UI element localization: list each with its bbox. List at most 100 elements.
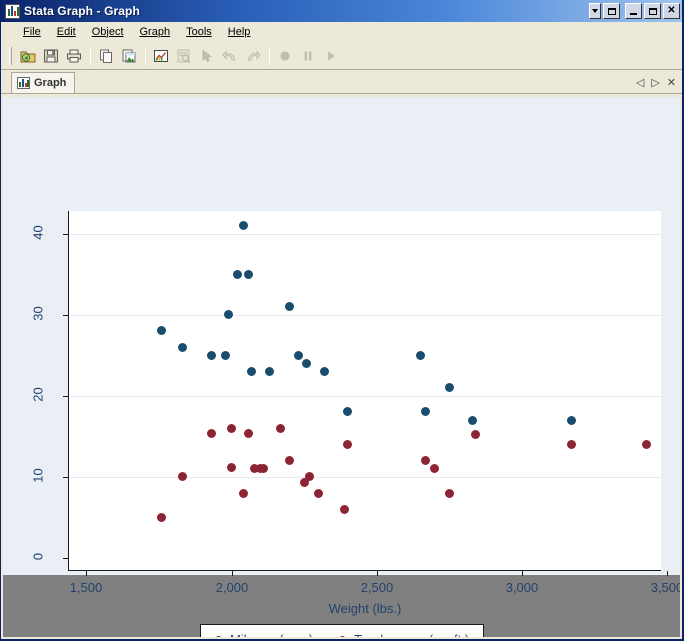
legend-label-trunk-space: Trunk space (cu. ft.) [354, 632, 469, 637]
x-tick [232, 571, 233, 576]
gridline [69, 315, 661, 316]
graph-canvas[interactable]: 010203040 1,5002,0002,5003,0003,500 Weig… [3, 97, 680, 575]
x-tick [667, 571, 668, 576]
data-point-mileage [239, 221, 248, 230]
data-point-trunk-space [227, 424, 236, 433]
data-point-mileage [233, 270, 242, 279]
toolbar-grip[interactable] [9, 47, 12, 65]
paste-image-icon[interactable] [118, 45, 140, 67]
data-point-mileage [207, 351, 216, 360]
bar-chart-icon [5, 4, 20, 19]
menu-label-graph: Graph [140, 26, 171, 38]
play-icon [320, 45, 342, 67]
data-point-trunk-space [343, 440, 352, 449]
toolbar-separator [145, 47, 146, 65]
data-point-trunk-space [642, 440, 651, 449]
data-point-trunk-space [314, 489, 323, 498]
data-point-trunk-space [239, 489, 248, 498]
tab-prev-button[interactable]: ◁ [636, 76, 644, 89]
toolbar [1, 42, 682, 70]
data-point-mileage [445, 383, 454, 392]
data-point-trunk-space [207, 429, 216, 438]
menu-label-edit: Edit [57, 26, 76, 38]
print-graph-icon[interactable] [63, 45, 85, 67]
data-point-mileage [468, 416, 477, 425]
tab-graph-label: Graph [34, 77, 66, 89]
data-point-mileage [294, 351, 303, 360]
menu-item-object[interactable]: Object [84, 24, 132, 40]
data-point-trunk-space [227, 463, 236, 472]
x-tick [377, 571, 378, 576]
open-graph-icon[interactable] [17, 45, 39, 67]
x-tick-label: 3,500 [637, 580, 680, 595]
y-tick-label: 30 [31, 299, 46, 329]
gridline [69, 396, 661, 397]
redo-icon [242, 45, 264, 67]
x-tick [86, 571, 87, 576]
menu-item-help[interactable]: Help [220, 24, 259, 40]
x-axis-title: Weight (lbs.) [69, 601, 661, 616]
x-axis-line [68, 570, 661, 571]
maximize-button[interactable] [644, 3, 661, 19]
menu-item-edit[interactable]: Edit [49, 24, 84, 40]
bar-chart-icon [17, 77, 30, 89]
data-point-trunk-space [178, 472, 187, 481]
y-tick-label: 10 [31, 461, 46, 491]
x-tick [522, 571, 523, 576]
data-point-trunk-space [445, 489, 454, 498]
menu-label-file: File [23, 26, 41, 38]
legend-label-mileage: Mileage (mpg) [230, 632, 313, 637]
toolbar-separator [269, 47, 270, 65]
y-tick-label: 20 [31, 380, 46, 410]
stata-graph-window: Stata Graph - Graph ✕ File Edit Object G… [0, 0, 684, 641]
data-point-mileage [221, 351, 230, 360]
tab-graph[interactable]: Graph [11, 72, 75, 93]
restore-window-button[interactable] [603, 3, 620, 19]
y-tick-label: 0 [31, 542, 46, 572]
save-graph-icon[interactable] [40, 45, 62, 67]
legend-item-mileage[interactable]: Mileage (mpg) [215, 632, 313, 637]
start-graph-editor-icon[interactable] [150, 45, 172, 67]
y-axis-line [68, 211, 69, 571]
tab-next-button[interactable]: ▷ [651, 76, 659, 89]
tab-strip: Graph ◁ ▷ ✕ [1, 70, 682, 94]
pause-icon [297, 45, 319, 67]
legend-marker-mileage [215, 636, 222, 637]
data-point-trunk-space [567, 440, 576, 449]
legend-item-trunk-space[interactable]: Trunk space (cu. ft.) [339, 632, 469, 637]
y-tick [63, 477, 68, 478]
legend: Mileage (mpg) Trunk space (cu. ft.) [200, 624, 484, 637]
gridline [69, 477, 661, 478]
tab-close-button[interactable]: ✕ [667, 76, 676, 89]
menu-bar: File Edit Object Graph Tools Help [1, 22, 682, 42]
data-point-mileage [567, 416, 576, 425]
menu-item-graph[interactable]: Graph [132, 24, 179, 40]
y-tick [63, 558, 68, 559]
close-button[interactable]: ✕ [663, 3, 680, 19]
gridline [69, 234, 661, 235]
restore-dropdown-button[interactable] [589, 3, 601, 19]
y-tick [63, 396, 68, 397]
y-tick [63, 234, 68, 235]
data-point-trunk-space [471, 430, 480, 439]
title-bar: Stata Graph - Graph ✕ [1, 0, 682, 22]
y-tick [63, 315, 68, 316]
x-tick-label: 1,500 [56, 580, 116, 595]
menu-item-tools[interactable]: Tools [178, 24, 220, 40]
legend-marker-trunk-space [339, 636, 346, 637]
window-controls: ✕ [587, 3, 680, 19]
undo-icon [219, 45, 241, 67]
x-tick-label: 2,500 [347, 580, 407, 595]
record-icon [274, 45, 296, 67]
data-point-mileage [265, 367, 274, 376]
minimize-button[interactable] [625, 3, 642, 19]
graph-client-area: 010203040 1,5002,0002,5003,0003,500 Weig… [3, 97, 680, 637]
data-point-mileage [320, 367, 329, 376]
y-tick-label: 40 [31, 218, 46, 248]
menu-item-file[interactable]: File [15, 24, 49, 40]
menu-label-help: Help [228, 26, 251, 38]
copy-icon[interactable] [95, 45, 117, 67]
tab-navigation: ◁ ▷ ✕ [636, 76, 676, 89]
x-tick-label: 2,000 [202, 580, 262, 595]
data-point-mileage [416, 351, 425, 360]
